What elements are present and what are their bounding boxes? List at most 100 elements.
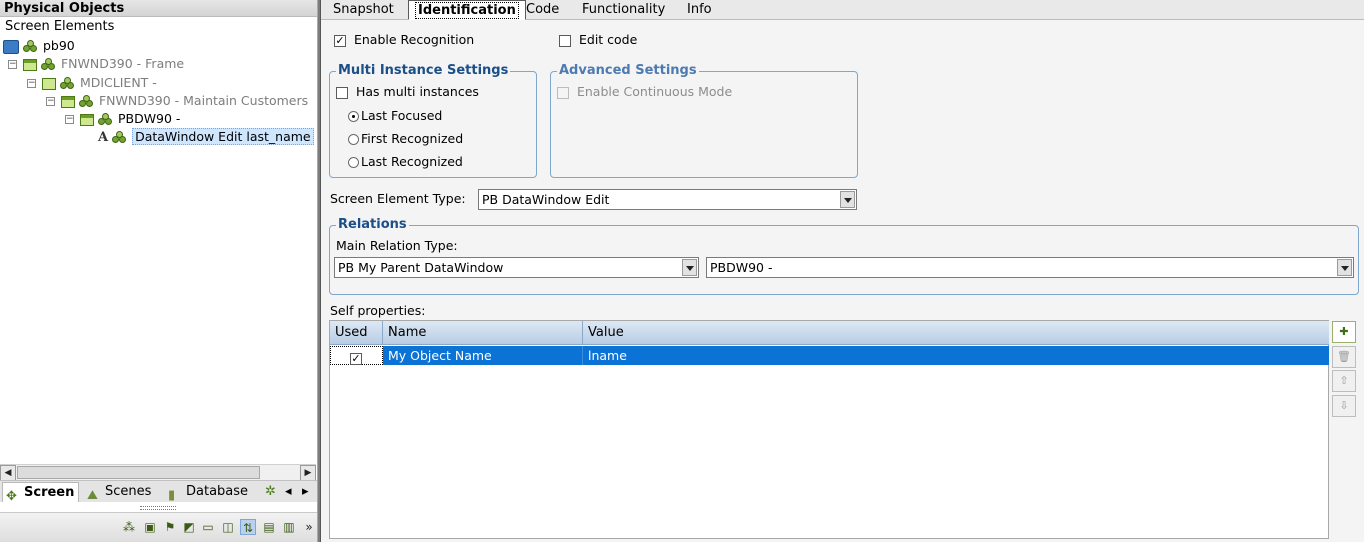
screen-element-type-label: Screen Element Type: xyxy=(330,191,466,206)
tab-scroll-right-icon[interactable]: ▸ xyxy=(299,482,313,502)
screen-icon: ✥ xyxy=(6,488,17,504)
tree-section-label: Screen Elements xyxy=(5,19,115,34)
value-cell[interactable]: lname xyxy=(583,346,1329,365)
comment-icon[interactable]: ◩ xyxy=(181,519,197,535)
overflow-chevron-icon[interactable]: » xyxy=(301,519,317,535)
window-icon[interactable]: ▣ xyxy=(142,519,158,535)
delete-property-icon[interactable]: 🗑 xyxy=(1332,346,1356,368)
cube-icon[interactable]: ◫ xyxy=(220,519,236,535)
radio-last-recognized[interactable]: Last Recognized xyxy=(348,154,463,170)
radio-last-focused[interactable]: Last Focused xyxy=(348,108,442,124)
radio-icon xyxy=(348,134,359,145)
collapse-icon[interactable]: − xyxy=(8,60,17,69)
database-icon: ▮ xyxy=(168,487,176,503)
dropdown-arrow-icon[interactable] xyxy=(1337,259,1352,276)
tab-info[interactable]: Info xyxy=(681,0,718,20)
table-header: Used Name Value xyxy=(330,321,1329,345)
tab-scroll-left-icon[interactable]: ◂ xyxy=(282,482,296,502)
move-down-icon[interactable]: ⇩ xyxy=(1332,395,1356,417)
tab-snapshot[interactable]: Snapshot xyxy=(327,0,400,20)
scenes-icon: ⛰ xyxy=(87,487,98,503)
tab-functionality[interactable]: Functionality xyxy=(576,0,671,20)
group-icon xyxy=(22,39,39,54)
column-header-name[interactable]: Name xyxy=(383,321,583,345)
move-up-icon[interactable]: ⇧ xyxy=(1332,370,1356,392)
group-icon xyxy=(40,57,57,72)
tree-item-label: DataWindow Edit last_name xyxy=(132,128,314,145)
tree-item-pb90[interactable]: pb90 xyxy=(3,37,75,55)
radio-selected-icon xyxy=(348,111,359,122)
dropdown-arrow-icon[interactable] xyxy=(840,191,855,208)
column-header-used[interactable]: Used xyxy=(330,321,383,345)
radio-icon xyxy=(348,157,359,168)
name-cell[interactable]: My Object Name xyxy=(383,346,583,365)
horizontal-scrollbar[interactable]: ◀ ▶ xyxy=(0,464,316,481)
toolbar-gripper[interactable] xyxy=(140,506,176,510)
relation-type-select[interactable]: PB My Parent DataWindow xyxy=(334,257,699,278)
edit-code-checkbox[interactable]: Edit code xyxy=(559,32,637,48)
collapse-icon[interactable]: − xyxy=(27,79,36,88)
tree-item-label: FNWND390 - Frame xyxy=(60,56,185,71)
tree-item-frame[interactable]: − FNWND390 - Frame xyxy=(8,55,184,73)
group-title: Multi Instance Settings xyxy=(336,63,511,79)
dropdown-arrow-icon[interactable] xyxy=(682,259,697,276)
frame-icon xyxy=(22,58,37,71)
tree-item-pbdw90[interactable]: − PBDW90 - xyxy=(65,110,180,128)
window-icon xyxy=(41,77,56,90)
screen-element-type-select[interactable]: PB DataWindow Edit xyxy=(478,189,857,210)
enable-continuous-mode-checkbox[interactable]: Enable Continuous Mode xyxy=(557,84,732,100)
checkbox-disabled-icon xyxy=(557,86,569,99)
layers-icon[interactable]: ▥ xyxy=(281,519,297,535)
tab-code[interactable]: Code xyxy=(520,0,565,20)
group-title: Relations xyxy=(336,217,409,233)
tree-item-label: pb90 xyxy=(42,38,75,53)
scroll-right-icon[interactable]: ▶ xyxy=(300,465,316,481)
frame-icon xyxy=(79,113,94,126)
group-icon xyxy=(97,112,114,127)
group-title: Advanced Settings xyxy=(557,63,699,79)
hierarchy-icon[interactable]: ⇅ xyxy=(240,519,256,535)
self-properties-label: Self properties: xyxy=(330,303,426,318)
flag-icon[interactable]: ⚑ xyxy=(162,519,178,535)
column-header-value[interactable]: Value xyxy=(583,321,1329,345)
collapse-icon[interactable]: − xyxy=(46,97,55,106)
tree-item-mdiclient[interactable]: − MDICLIENT - xyxy=(27,74,157,92)
tab-database[interactable]: ▮ Database xyxy=(165,482,252,503)
radio-first-recognized[interactable]: First Recognized xyxy=(348,131,463,147)
group-icon xyxy=(59,76,76,91)
tree-item-label: FNWND390 - Maintain Customers xyxy=(98,93,309,108)
tab-identification[interactable]: Identification xyxy=(408,0,526,20)
collapse-icon[interactable]: − xyxy=(65,115,74,124)
application-icon xyxy=(3,39,19,54)
checkbox-icon xyxy=(336,86,348,99)
scroll-left-icon[interactable]: ◀ xyxy=(0,465,16,481)
tree-item-label: PBDW90 - xyxy=(117,111,181,126)
add-property-icon[interactable]: ✚ xyxy=(1332,321,1356,343)
relation-target-select[interactable]: PBDW90 - xyxy=(706,257,1354,278)
tab-bar: Snapshot Identification Code Functionali… xyxy=(321,0,1364,20)
scrollbar-thumb[interactable] xyxy=(17,466,260,479)
self-properties-table: Used Name Value ✓ My Object Name lname xyxy=(329,320,1329,539)
stack-icon[interactable]: ▤ xyxy=(261,519,277,535)
tree-item-maintain-customers[interactable]: − FNWND390 - Maintain Customers xyxy=(46,92,308,110)
checkbox-checked-icon: ✓ xyxy=(334,33,346,47)
tree-item-label: MDICLIENT - xyxy=(79,75,157,90)
enable-recognition-checkbox[interactable]: ✓ Enable Recognition xyxy=(334,32,474,48)
puzzle-icon[interactable]: ✲ xyxy=(262,482,280,502)
tree-item-last-name[interactable]: A DataWindow Edit last_name xyxy=(98,128,314,146)
bottom-toolbar: ⁂ ▣ ⚑ ◩ ▭ ◫ ⇅ ▤ ▥ » xyxy=(0,512,317,542)
panel-title: Physical Objects xyxy=(0,0,317,17)
checkbox-icon xyxy=(559,34,571,47)
main-relation-type-label: Main Relation Type: xyxy=(336,238,458,253)
table-row[interactable]: ✓ My Object Name lname xyxy=(330,346,1329,365)
bottom-tab-bar: ✥ Screen ⛰ Scenes ▮ Database ✲ ◂ ▸ xyxy=(0,480,317,504)
tab-scenes[interactable]: ⛰ Scenes xyxy=(84,482,155,503)
has-multi-instances-checkbox[interactable]: Has multi instances xyxy=(336,84,479,100)
tab-screen[interactable]: ✥ Screen xyxy=(2,482,80,504)
group-icon[interactable]: ⁂ xyxy=(121,519,137,535)
used-cell[interactable]: ✓ xyxy=(330,346,383,365)
frame-icon xyxy=(60,95,75,108)
group-icon xyxy=(112,130,128,145)
checkbox-checked-icon[interactable]: ✓ xyxy=(350,353,362,365)
monitor-icon[interactable]: ▭ xyxy=(200,519,216,535)
